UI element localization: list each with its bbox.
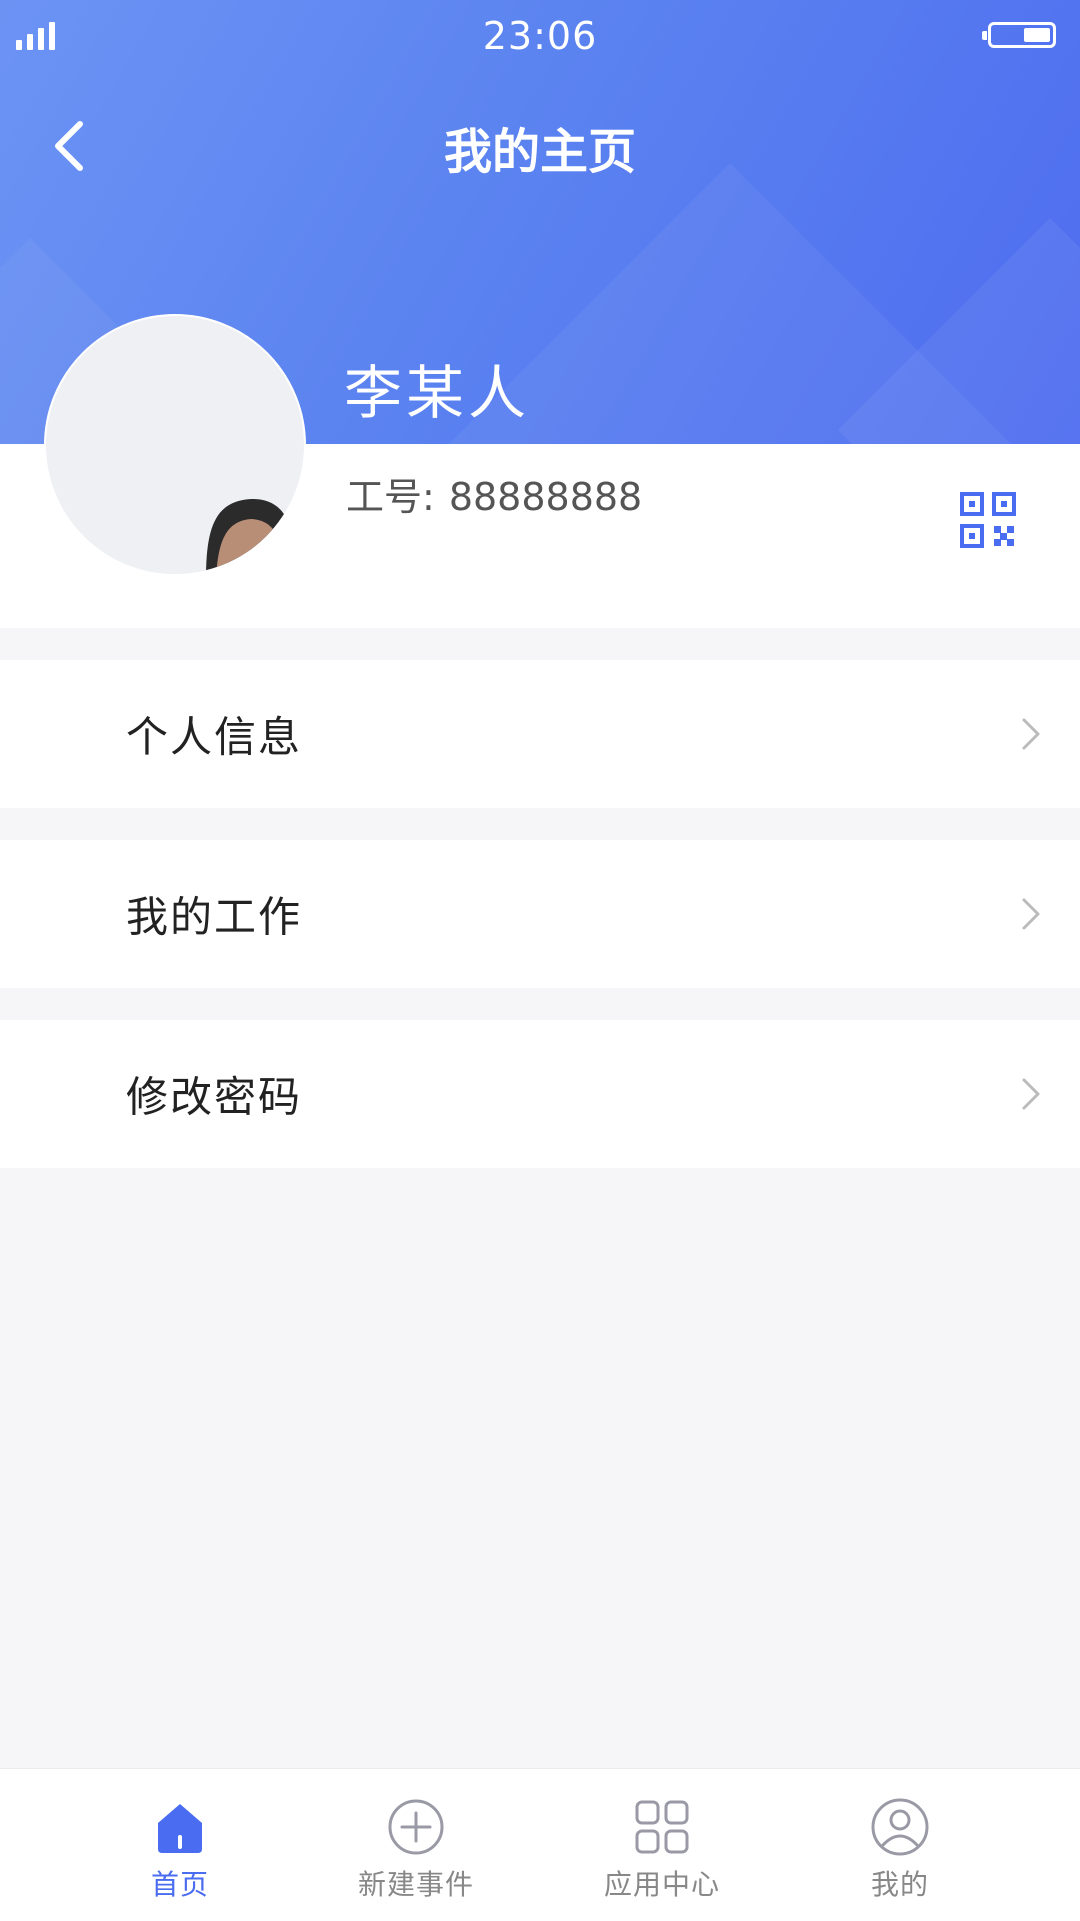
qr-code-icon xyxy=(960,492,1016,548)
tab-mine[interactable]: 我的 xyxy=(790,1769,1010,1921)
menu-item-label: 个人信息 xyxy=(126,712,303,762)
menu-item-personal-info[interactable]: 个人信息 xyxy=(0,660,1080,808)
employee-id-label: 工号: xyxy=(346,475,435,519)
qr-code-button[interactable] xyxy=(960,492,1016,548)
grid-icon xyxy=(635,1800,689,1854)
menu-item-change-password[interactable]: 修改密码 xyxy=(0,1020,1080,1168)
tab-label: 应用中心 xyxy=(603,1868,720,1901)
plus-circle-icon xyxy=(388,1799,444,1855)
employee-id-row: 工号: 88888888 xyxy=(346,466,642,521)
page-title: 我的主页 xyxy=(443,124,636,180)
avatar[interactable] xyxy=(44,314,306,576)
chevron-right-icon xyxy=(1022,718,1040,750)
tab-label: 我的 xyxy=(870,1868,929,1901)
status-bar: 23:06 xyxy=(0,0,1080,74)
bottom-tab-bar: 首页 新建事件 应用中心 我的 xyxy=(0,1768,1080,1921)
battery-icon xyxy=(982,22,1056,48)
chevron-right-icon xyxy=(1022,898,1040,930)
tab-app-center[interactable]: 应用中心 xyxy=(552,1769,772,1921)
avatar-photo xyxy=(206,498,296,574)
user-icon xyxy=(871,1798,929,1856)
home-icon xyxy=(158,1804,202,1853)
menu-item-label: 我的工作 xyxy=(126,892,303,942)
menu-item-my-work[interactable]: 我的工作 xyxy=(0,840,1080,988)
tab-new-event[interactable]: 新建事件 xyxy=(306,1769,526,1921)
chevron-right-icon xyxy=(1022,1078,1040,1110)
tab-home[interactable]: 首页 xyxy=(70,1769,290,1921)
menu-item-label: 修改密码 xyxy=(126,1072,303,1122)
tab-label: 首页 xyxy=(150,1868,209,1901)
employee-id-value: 88888888 xyxy=(448,475,643,519)
status-time: 23:06 xyxy=(482,14,598,58)
tab-label: 新建事件 xyxy=(357,1868,474,1901)
user-name: 李某人 xyxy=(344,359,531,427)
